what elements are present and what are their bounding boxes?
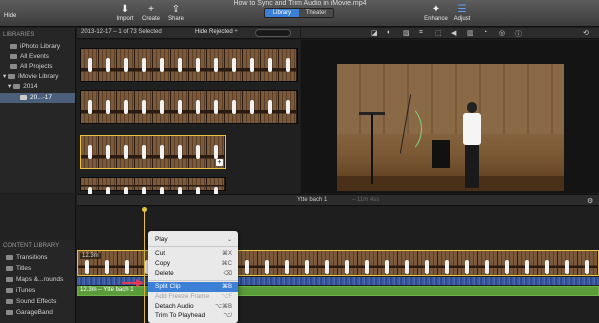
menu-item-copy[interactable]: Copy ⌘C (148, 259, 238, 269)
window-title: How to Sync and Trim Audio in iMovie.mp4 (233, 0, 367, 7)
library-icon (8, 73, 16, 79)
content-library: CONTENT LIBRARY Transitions Titles Maps … (0, 240, 76, 323)
menu-separator (148, 246, 238, 247)
submenu-arrow-icon: ⌄ (226, 237, 232, 243)
clip-filter-icon[interactable]: ◎ (499, 29, 505, 37)
menu-separator (148, 280, 238, 281)
playhead[interactable] (144, 207, 145, 323)
tab-library[interactable]: Library (265, 9, 299, 17)
content-item-sound-effects[interactable]: Sound Effects (0, 297, 75, 307)
stabilization-icon[interactable]: ⬚ (435, 29, 442, 37)
music-stand (371, 114, 373, 184)
adjustments-bar: ◪ ◐ ▨ ⌗ ⬚ ◀ ▥ ◔ ◎ ⓘ ⟲ (301, 28, 599, 39)
pointer-arrow-icon (122, 279, 144, 287)
import-arrow-icon: ⬇ (120, 4, 130, 15)
playhead-handle[interactable] (142, 207, 147, 212)
hide-button[interactable]: Hide (4, 13, 16, 19)
music-track-label: 12.3m – Ytte bach 1 (80, 287, 134, 293)
titles-icon (6, 265, 13, 271)
toolbar: How to Sync and Trim Audio in iMovie.mp4… (0, 0, 599, 27)
menu-item-add-freeze-frame[interactable]: Add Freeze Frame ⌥F (148, 292, 238, 302)
enhance-button[interactable]: ✦ Enhance (421, 4, 451, 23)
gear-icon[interactable]: ⚙ (587, 197, 593, 205)
share-icon: ⇪ (171, 4, 181, 15)
create-button[interactable]: + Create (138, 4, 164, 23)
filter-popup[interactable]: Hide Rejected ÷ (195, 29, 238, 35)
project-title: Ytte bach 1 (297, 197, 328, 203)
crop-icon[interactable]: ⌗ (419, 29, 423, 37)
info-icon[interactable]: ⓘ (515, 29, 522, 39)
libraries-header: LIBRARIES (3, 32, 35, 38)
auto-enhance-icon[interactable]: ◪ (371, 29, 378, 37)
import-button[interactable]: ⬇ Import (112, 4, 138, 23)
speed-icon[interactable]: ◔ (483, 29, 487, 36)
video-viewer (301, 40, 599, 193)
clip-filmstrip[interactable] (80, 177, 226, 201)
libraries-sidebar: LIBRARIES iPhoto Library All Events All … (0, 28, 76, 193)
transitions-icon (6, 254, 13, 260)
clip-filmstrip[interactable] (80, 48, 298, 82)
clip-filmstrip[interactable] (80, 90, 298, 124)
content-item-titles[interactable]: Titles (0, 264, 75, 274)
menu-item-trim-to-playhead[interactable]: Trim To Playhead ⌥/ (148, 311, 238, 321)
folder-icon (13, 83, 21, 89)
menu-item-cut[interactable]: Cut ⌘X (148, 249, 238, 259)
menu-item-delete[interactable]: Delete ⌫ (148, 269, 238, 279)
share-button[interactable]: ⇪ Share (163, 4, 189, 23)
timeline-sidebar-spacer (0, 194, 76, 240)
library-theater-switch: Library Theater (264, 8, 334, 18)
sidebar-item-event-selected[interactable]: 20...-17 (0, 93, 75, 103)
content-item-garageband[interactable]: GarageBand (0, 308, 75, 318)
sidebar-item-iphoto-library[interactable]: iPhoto Library (0, 42, 75, 52)
content-library-header: CONTENT LIBRARY (3, 243, 60, 249)
reset-icon[interactable]: ⟲ (583, 29, 589, 37)
sidebar-item-all-events[interactable]: All Events (0, 52, 75, 62)
selected-clip-filmstrip[interactable]: + (80, 135, 226, 169)
color-correction-icon[interactable]: ▨ (403, 29, 410, 37)
volume-icon[interactable]: ◀ (451, 29, 456, 37)
magic-wand-icon: ✦ (431, 4, 441, 15)
content-item-itunes[interactable]: iTunes (0, 286, 75, 296)
add-to-project-icon[interactable]: + (216, 159, 223, 166)
star-icon (10, 53, 17, 59)
sidebar-item-imovie-library[interactable]: ▾ iMovie Library (0, 72, 75, 82)
itunes-icon (6, 287, 13, 293)
clip-context-menu: Play ⌄ Cut ⌘X Copy ⌘C Delete ⌫ Split Clip ⌘B… (148, 231, 238, 323)
cable (382, 104, 422, 154)
sidebar-item-all-projects[interactable]: All Projects (0, 62, 75, 72)
clip-duration-label: 12.3m (80, 253, 101, 259)
clip-browser: + (77, 40, 300, 201)
content-item-transitions[interactable]: Transitions (0, 253, 75, 263)
sidebar-item-2014[interactable]: ▾ 2014 (0, 82, 75, 92)
content-item-maps-backgrounds[interactable]: Maps &...rounds (0, 275, 75, 285)
event-icon (20, 94, 27, 100)
piano (432, 140, 450, 168)
timeline-header: Ytte bach 1 – 11m 4ss ⚙ (77, 194, 599, 206)
noise-reduction-icon[interactable]: ▥ (467, 29, 474, 37)
guitar-icon (6, 309, 13, 315)
adjust-button[interactable]: ☰ Adjust (449, 4, 475, 23)
clip-selection-count: 2013-12-17 – 1 of 73 Selected (81, 29, 162, 35)
sound-effects-icon (6, 298, 13, 304)
video-frame (337, 64, 564, 191)
color-balance-icon[interactable]: ◐ (387, 29, 391, 36)
film-icon (10, 63, 17, 69)
project-duration: – 11m 4ss (352, 197, 380, 203)
browser-header: 2013-12-17 – 1 of 73 Selected Hide Rejec… (77, 28, 300, 39)
menu-item-split-clip[interactable]: Split Clip ⌘B (148, 282, 238, 292)
imovie-window: How to Sync and Trim Audio in iMovie.mp4… (0, 0, 599, 323)
plus-icon: + (148, 4, 154, 15)
tab-theater[interactable]: Theater (299, 9, 333, 17)
sliders-icon: ☰ (457, 4, 467, 15)
photos-icon (10, 43, 17, 49)
violinist (459, 102, 485, 188)
menu-item-play[interactable]: Play ⌄ (148, 235, 238, 245)
globe-icon (6, 276, 13, 282)
search-input[interactable] (255, 29, 291, 37)
